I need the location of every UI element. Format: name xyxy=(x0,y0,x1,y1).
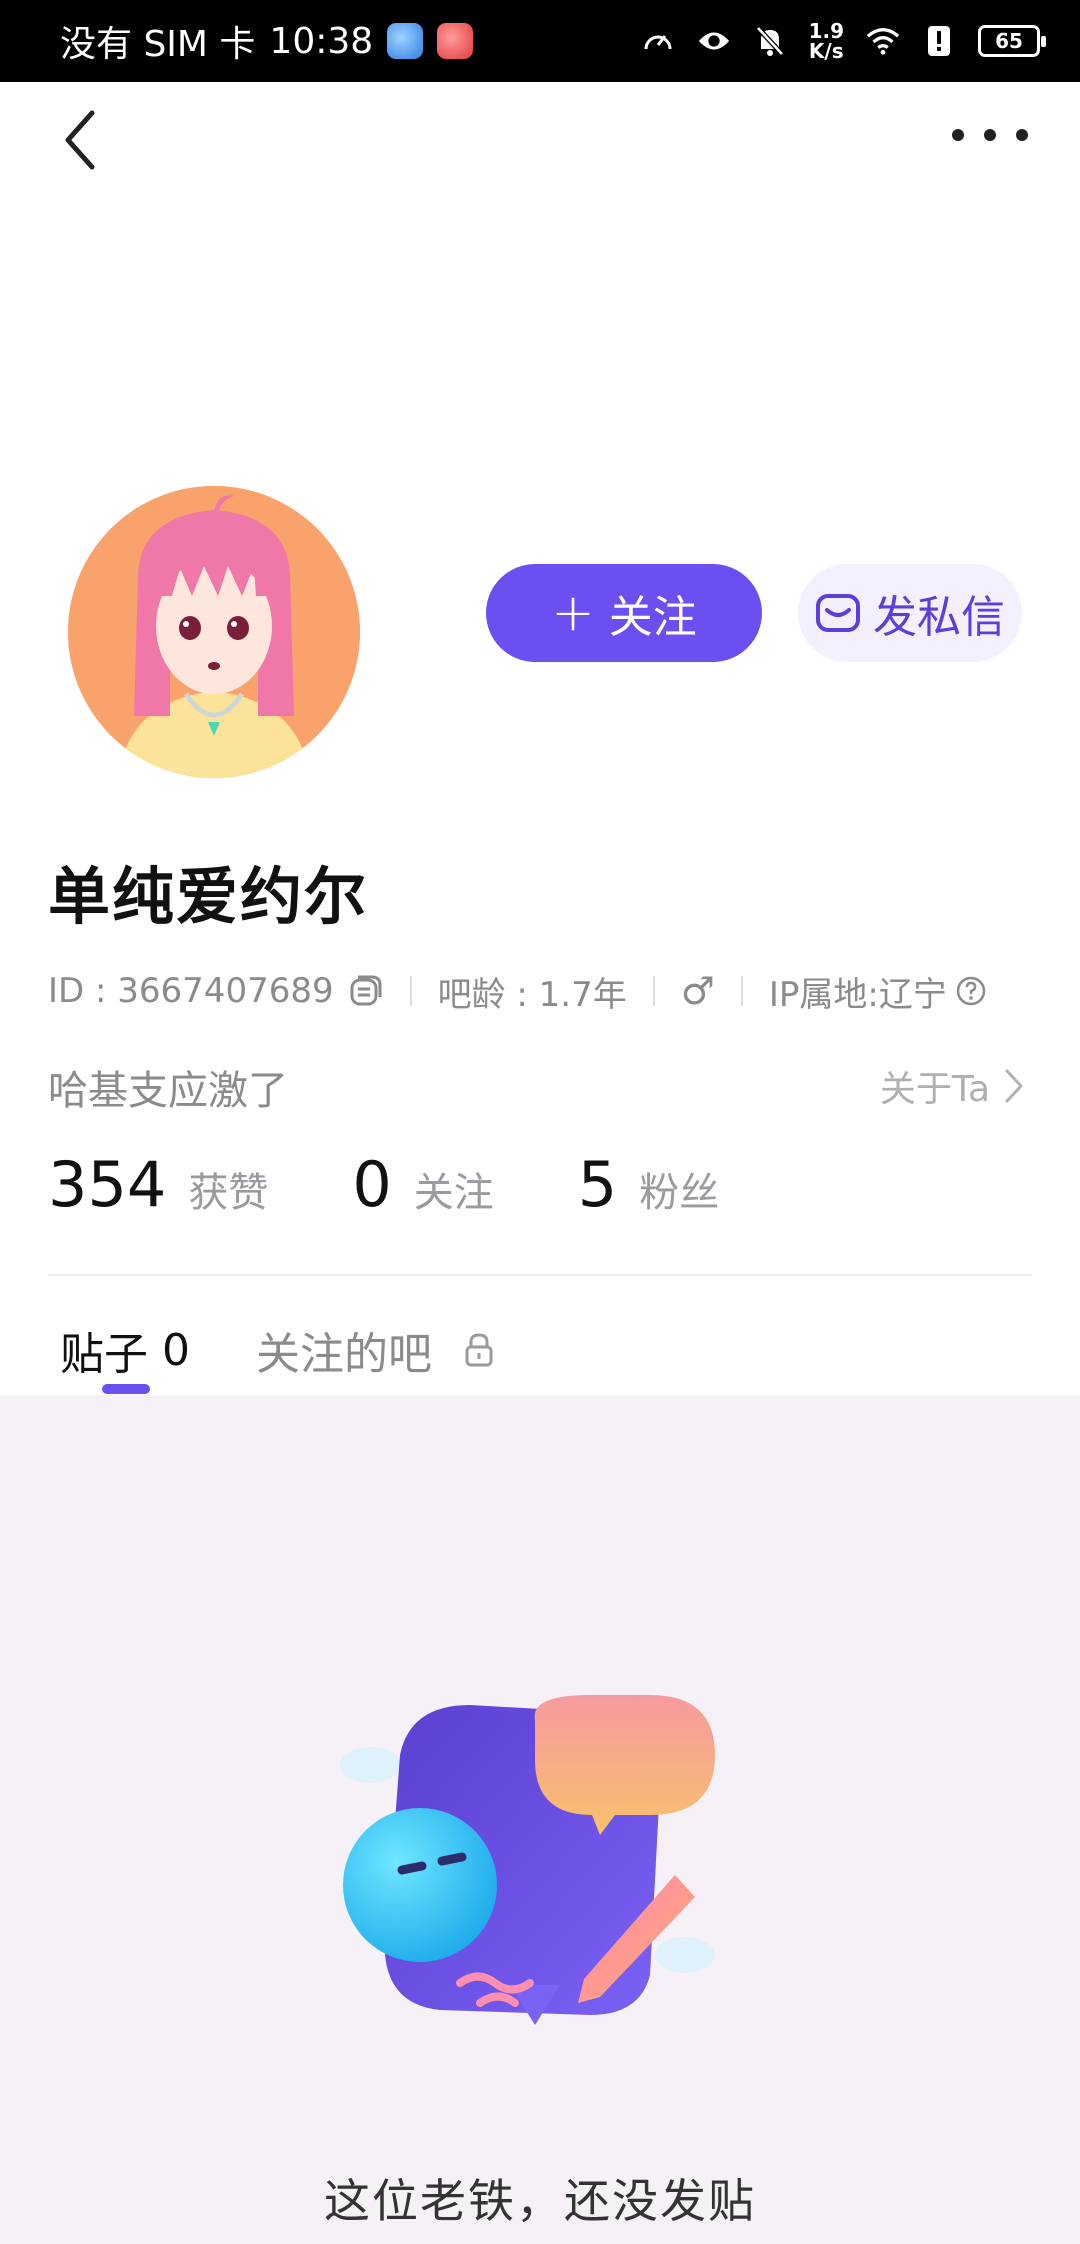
back-button[interactable] xyxy=(62,100,122,180)
bell-off-icon xyxy=(753,24,787,58)
about-label: 关于Ta xyxy=(879,1069,990,1110)
empty-posts-illustration xyxy=(340,1695,715,2025)
net-speed: 1.9 K/s xyxy=(809,21,844,61)
tab-posts-count: 0 xyxy=(162,1324,190,1376)
username: 单纯爱约尔 xyxy=(48,860,369,933)
empty-state-text: 这位老铁，还没发贴 xyxy=(324,2174,756,2228)
help-circle-icon[interactable] xyxy=(955,975,987,1007)
battery-icon: 65 xyxy=(978,25,1046,57)
meta-divider xyxy=(409,976,412,1006)
bar-age: 吧龄 : 1.7年 xyxy=(437,974,627,1015)
status-bar: 没有 SIM 卡 10:38 1.9 K/s 65 xyxy=(0,0,1080,82)
status-left: 没有 SIM 卡 10:38 xyxy=(60,15,474,67)
stat-fans-num: 5 xyxy=(577,1148,618,1221)
tab-posts-label: 贴子 xyxy=(60,1329,148,1380)
red-app-icon xyxy=(437,23,474,59)
plus-icon: + xyxy=(551,583,595,643)
follow-button[interactable]: + 关注 xyxy=(486,564,762,662)
meta-divider xyxy=(740,976,743,1006)
clock-text: 10:38 xyxy=(269,20,374,62)
net-speed-unit: K/s xyxy=(808,39,844,63)
stat-following-num: 0 xyxy=(352,1148,392,1221)
message-button[interactable]: 发私信 xyxy=(798,564,1022,662)
carrier-text: 没有 SIM 卡 xyxy=(60,24,256,65)
message-label: 发私信 xyxy=(873,592,1005,643)
avatar[interactable] xyxy=(68,486,360,778)
stat-likes-label: 获赞 xyxy=(188,1170,269,1216)
stat-following[interactable]: 0 关注 xyxy=(352,1148,493,1221)
profile-meta-row: ID : 3667407689 吧龄 : 1.7年 ♂ IP属地:辽宁 xyxy=(48,965,987,1017)
user-id: ID : 3667407689 xyxy=(48,971,334,1011)
tab-followed-bars[interactable]: 关注的吧 xyxy=(256,1318,496,1382)
copy-icon[interactable] xyxy=(348,973,384,1009)
stat-likes[interactable]: 354 获赞 xyxy=(48,1148,268,1221)
ip-location: IP属地:辽宁 xyxy=(768,974,947,1015)
more-dot xyxy=(1016,129,1028,141)
message-envelope-icon xyxy=(816,594,860,632)
net-speed-value: 1.9 xyxy=(808,19,844,43)
active-tab-indicator xyxy=(102,1384,150,1394)
profile-tabs: 贴子 0 关注的吧 xyxy=(60,1320,562,1380)
about-link[interactable]: 关于Ta xyxy=(880,1060,1024,1112)
more-dots-icon xyxy=(952,129,964,141)
tab-posts[interactable]: 贴子 0 xyxy=(60,1318,190,1382)
lock-icon xyxy=(465,1333,493,1367)
meta-divider xyxy=(652,976,655,1006)
more-button[interactable] xyxy=(952,120,1028,150)
speedometer-icon xyxy=(641,24,675,58)
browser-app-icon xyxy=(387,23,424,59)
battery-level: 65 xyxy=(995,29,1023,53)
chevron-right-icon xyxy=(1005,1069,1023,1103)
more-dot xyxy=(984,129,996,141)
chevron-left-icon xyxy=(65,110,95,170)
eye-icon xyxy=(697,24,731,58)
follow-label: 关注 xyxy=(608,592,697,643)
section-divider xyxy=(48,1274,1032,1276)
avatar-illustration xyxy=(68,486,360,778)
bio-text: 哈基支应激了 xyxy=(48,1068,288,1114)
tab-followed-bars-label: 关注的吧 xyxy=(256,1329,432,1380)
posts-content-area: 这位老铁，还没发贴 xyxy=(0,1395,1080,2244)
stat-fans-label: 粉丝 xyxy=(639,1170,720,1216)
alert-icon xyxy=(922,24,956,58)
gender-male-icon: ♂ xyxy=(680,969,715,1013)
wifi-icon xyxy=(866,24,900,58)
stat-following-label: 关注 xyxy=(413,1170,494,1216)
stat-fans[interactable]: 5 粉丝 xyxy=(578,1148,719,1221)
stat-likes-num: 354 xyxy=(48,1148,167,1221)
status-right: 1.9 K/s 65 xyxy=(641,21,1046,61)
stats-row: 354 获赞 0 关注 5 粉丝 xyxy=(48,1148,803,1221)
